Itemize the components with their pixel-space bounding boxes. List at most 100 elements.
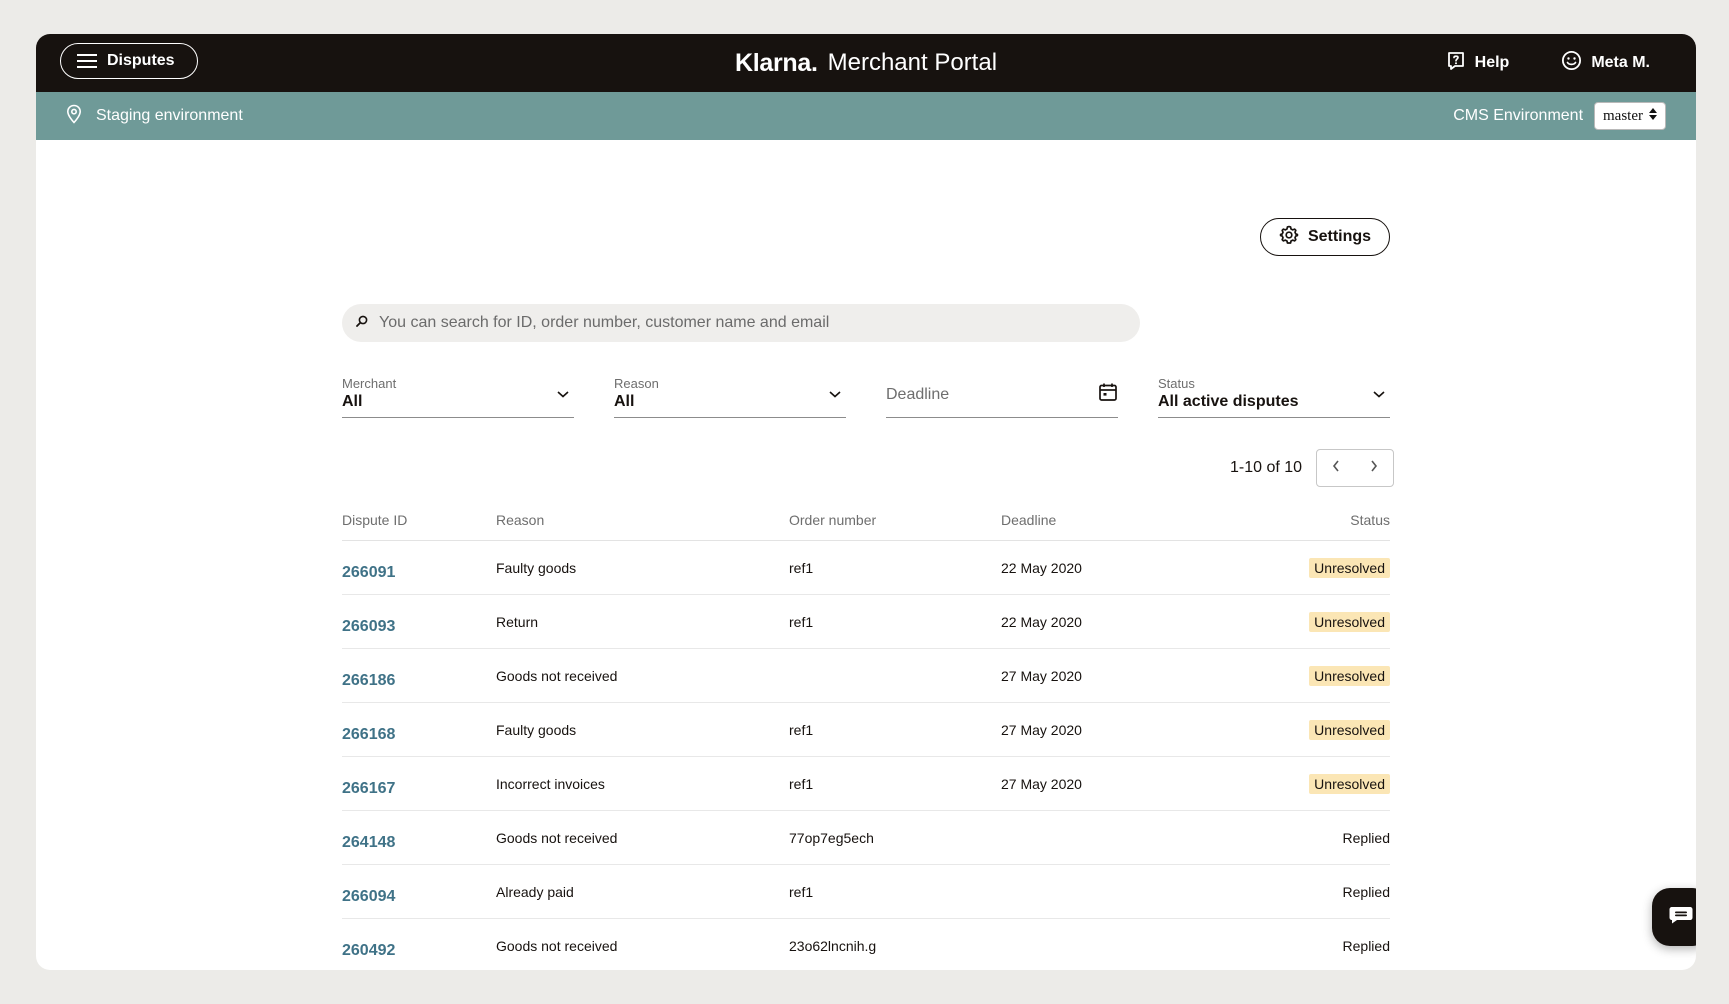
cms-environment-value: master [1603, 107, 1643, 124]
column-header-order-number[interactable]: Order number [789, 510, 876, 542]
cms-environment-select[interactable]: master [1594, 102, 1666, 130]
dispute-id-link[interactable]: 266186 [342, 649, 395, 707]
column-header-status[interactable]: Status [1350, 510, 1390, 542]
user-name: Meta M. [1591, 54, 1650, 71]
user-menu[interactable]: Meta M. [1561, 50, 1650, 76]
order-number: ref1 [789, 883, 814, 900]
chevron-down-icon [828, 386, 842, 404]
dispute-id-link[interactable]: 264148 [342, 811, 395, 869]
status-text: Replied [1342, 883, 1390, 900]
top-bar: Disputes Klarna. Merchant Portal Help Me… [36, 34, 1696, 92]
reason-filter-value: All [614, 393, 635, 410]
order-number: ref1 [789, 613, 814, 630]
app-window: Disputes Klarna. Merchant Portal Help Me… [36, 34, 1696, 970]
status-cell: Unresolved [1309, 649, 1390, 702]
order-number: ref1 [789, 721, 814, 738]
column-header-reason[interactable]: Reason [496, 510, 544, 542]
help-icon [1446, 51, 1466, 76]
klarna-logo: Klarna. [734, 48, 818, 77]
chevron-down-icon [556, 386, 570, 404]
merchant-filter[interactable]: Merchant All [342, 370, 574, 418]
table-row[interactable]: 266094 Already paid ref1 Replied [342, 865, 1390, 919]
order-number: 23o62lncnih.g [789, 937, 877, 954]
settings-label: Settings [1307, 228, 1372, 245]
status-badge: Unresolved [1309, 557, 1390, 578]
pagination: 1-10 of 10 [1230, 448, 1395, 488]
dispute-reason: Already paid [496, 883, 574, 900]
cms-environment-label: CMS Environment [1453, 107, 1584, 124]
status-text: Replied [1342, 829, 1390, 846]
pagination-range: 1-10 of 10 [1230, 459, 1303, 476]
chevron-right-icon [1369, 459, 1379, 478]
table-row[interactable]: 260492 Goods not received 23o62lncnih.g … [342, 919, 1390, 970]
table-row[interactable]: 266091 Faulty goods ref1 22 May 2020 Unr… [342, 541, 1390, 595]
status-cell: Unresolved [1309, 541, 1390, 594]
search-input[interactable] [377, 313, 1140, 333]
dispute-reason: Return [496, 613, 539, 630]
reason-filter[interactable]: Reason All [614, 370, 846, 418]
merchant-filter-label: Merchant [342, 376, 397, 391]
environment-indicator: Staging environment [66, 92, 243, 140]
dispute-deadline: 27 May 2020 [1001, 775, 1082, 792]
disputes-table: Dispute ID Reason Order number Deadline … [342, 510, 1390, 970]
reason-filter-label: Reason [614, 376, 659, 391]
help-link[interactable]: Help [1446, 51, 1510, 76]
dispute-id-link[interactable]: 266167 [342, 757, 395, 815]
status-cell: Unresolved [1309, 757, 1390, 810]
status-filter-label: Status [1158, 376, 1195, 391]
gear-icon [1279, 225, 1299, 250]
dispute-reason: Goods not received [496, 667, 618, 684]
status-filter[interactable]: Status All active disputes [1158, 370, 1390, 418]
order-number: ref1 [789, 775, 814, 792]
top-right-actions: Help Meta M. [1446, 34, 1650, 92]
merchant-filter-value: All [342, 393, 363, 410]
status-badge: Unresolved [1309, 611, 1390, 632]
table-row[interactable]: 266186 Goods not received 27 May 2020 Un… [342, 649, 1390, 703]
status-badge: Unresolved [1309, 773, 1390, 794]
dispute-reason: Faulty goods [496, 559, 577, 576]
search-icon [356, 314, 368, 332]
table-row[interactable]: 266167 Incorrect invoices ref1 27 May 20… [342, 757, 1390, 811]
dispute-deadline: 22 May 2020 [1001, 613, 1082, 630]
dispute-deadline: 27 May 2020 [1001, 721, 1082, 738]
help-label: Help [1474, 54, 1510, 71]
chevron-left-icon [1331, 459, 1341, 478]
deadline-filter[interactable]: Deadline [886, 370, 1118, 418]
table-row[interactable]: 266168 Faulty goods ref1 27 May 2020 Unr… [342, 703, 1390, 757]
column-header-deadline[interactable]: Deadline [1001, 510, 1056, 542]
dispute-reason: Goods not received [496, 937, 618, 954]
portal-title: Merchant Portal [827, 49, 998, 76]
status-cell: Unresolved [1309, 703, 1390, 756]
column-header-dispute-id[interactable]: Dispute ID [342, 510, 407, 542]
table-row[interactable]: 264148 Goods not received 77op7eg5ech Re… [342, 811, 1390, 865]
cms-environment: CMS Environment master [1453, 92, 1666, 140]
settings-button[interactable]: Settings [1260, 218, 1390, 256]
calendar-icon [1098, 382, 1118, 407]
chat-button[interactable] [1652, 888, 1696, 946]
dispute-deadline: 22 May 2020 [1001, 559, 1082, 576]
status-badge: Unresolved [1309, 665, 1390, 686]
status-text: Replied [1342, 937, 1390, 954]
dispute-id-link[interactable]: 266094 [342, 865, 395, 923]
environment-bar: Staging environment CMS Environment mast… [36, 92, 1696, 140]
chat-icon [1668, 904, 1694, 931]
dispute-id-link[interactable]: 266091 [342, 541, 395, 599]
dispute-id-link[interactable]: 260492 [342, 919, 395, 970]
disputes-menu-label: Disputes [107, 52, 175, 69]
next-page-button[interactable] [1359, 453, 1389, 483]
status-filter-value: All active disputes [1158, 393, 1299, 410]
table-row[interactable]: 266093 Return ref1 22 May 2020 Unresolve… [342, 595, 1390, 649]
dispute-id-link[interactable]: 266168 [342, 703, 395, 761]
dispute-reason: Faulty goods [496, 721, 577, 738]
location-pin-icon [66, 104, 82, 129]
order-number: 77op7eg5ech [789, 829, 874, 846]
dispute-deadline: 27 May 2020 [1001, 667, 1082, 684]
menu-icon [77, 53, 97, 69]
previous-page-button[interactable] [1321, 453, 1351, 483]
dispute-id-link[interactable]: 266093 [342, 595, 395, 653]
dispute-reason: Incorrect invoices [496, 775, 605, 792]
status-cell: Unresolved [1309, 595, 1390, 648]
chevron-down-icon [1372, 386, 1386, 404]
disputes-menu-button[interactable]: Disputes [60, 43, 198, 79]
order-number: ref1 [789, 559, 814, 576]
